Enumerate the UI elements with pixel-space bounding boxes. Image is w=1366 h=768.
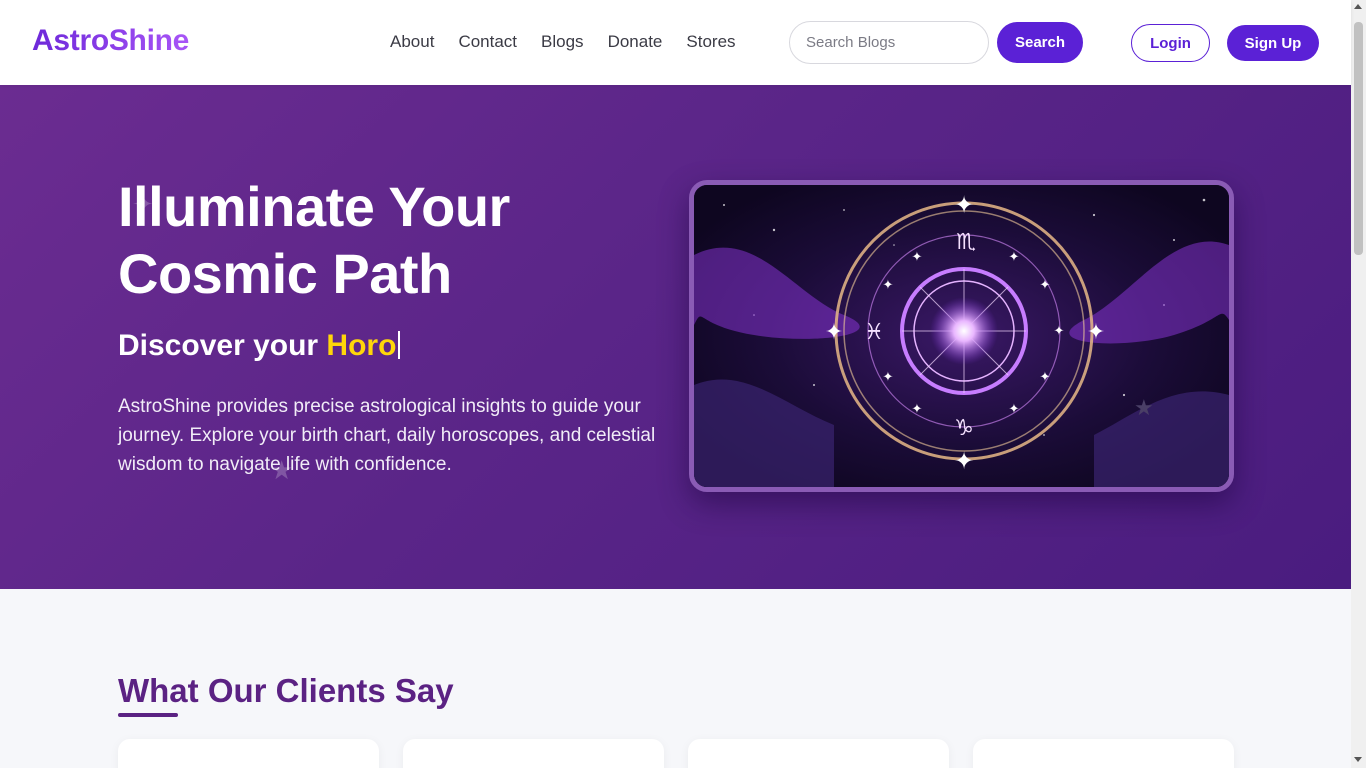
- svg-text:✦: ✦: [912, 402, 923, 417]
- title-underline: [118, 713, 178, 717]
- svg-text:♓: ♓: [864, 320, 884, 345]
- typing-cursor: [398, 331, 401, 359]
- svg-text:✦: ✦: [883, 278, 894, 293]
- svg-text:♏: ♏: [956, 230, 976, 255]
- hero-title-line2: Cosmic Path: [118, 242, 452, 305]
- svg-text:✦: ✦: [954, 191, 974, 219]
- svg-text:♑: ♑: [954, 416, 974, 441]
- svg-text:★: ★: [1134, 396, 1154, 421]
- nav-link-blogs[interactable]: Blogs: [541, 32, 584, 52]
- scroll-down-arrow-icon[interactable]: [1354, 757, 1362, 762]
- svg-text:✦: ✦: [1009, 250, 1020, 265]
- page-scrollbar[interactable]: [1351, 0, 1366, 768]
- main-nav: About Contact Blogs Donate Stores: [390, 32, 760, 52]
- svg-text:✦: ✦: [883, 370, 894, 385]
- search-button[interactable]: Search: [997, 22, 1083, 63]
- svg-text:✦: ✦: [825, 320, 843, 345]
- hero-subtitle-prefix: Discover your: [118, 329, 327, 362]
- testimonial-card: [973, 739, 1234, 768]
- svg-text:✦: ✦: [1040, 278, 1051, 293]
- scrollbar-thumb[interactable]: [1354, 22, 1363, 255]
- hero-section: ✦ ★ Illuminate Your Cosmic Path Discover…: [0, 85, 1351, 589]
- svg-text:✦: ✦: [954, 447, 974, 475]
- svg-text:✦: ✦: [912, 250, 923, 265]
- login-button[interactable]: Login: [1131, 24, 1210, 62]
- hero-subtitle: Discover your Horo: [118, 329, 401, 363]
- svg-text:✦: ✦: [1040, 370, 1051, 385]
- testimonial-card: [403, 739, 664, 768]
- testimonials-title: What Our Clients Say: [118, 672, 454, 709]
- hero-description: AstroShine provides precise astrological…: [118, 396, 656, 475]
- nav-link-stores[interactable]: Stores: [686, 32, 735, 52]
- svg-text:✦: ✦: [1087, 320, 1105, 345]
- site-header: AstroShine About Contact Blogs Donate St…: [0, 0, 1351, 85]
- search-input[interactable]: [789, 21, 989, 64]
- hero-title-line1: Illuminate Your: [118, 175, 510, 238]
- svg-text:✦: ✦: [1009, 402, 1020, 417]
- hero-title: Illuminate Your Cosmic Path: [118, 173, 638, 307]
- testimonial-card: [688, 739, 949, 768]
- svg-text:✦: ✦: [1054, 324, 1065, 339]
- zodiac-wheel-illustration: ♏ ♓ ♑ ✦ ✦ ✦ ✦ ✦ ✦ ✦ ✦ ✦ ✦ ✦ ✦ ✦ ★: [689, 180, 1234, 492]
- site-logo[interactable]: AstroShine: [32, 24, 189, 58]
- nav-link-donate[interactable]: Donate: [608, 32, 663, 52]
- signup-button[interactable]: Sign Up: [1227, 25, 1319, 61]
- testimonial-card: [118, 739, 379, 768]
- nav-link-contact[interactable]: Contact: [458, 32, 517, 52]
- nav-link-about[interactable]: About: [390, 32, 434, 52]
- hero-subtitle-highlight: Horo: [326, 329, 397, 362]
- scroll-up-arrow-icon[interactable]: [1354, 4, 1362, 9]
